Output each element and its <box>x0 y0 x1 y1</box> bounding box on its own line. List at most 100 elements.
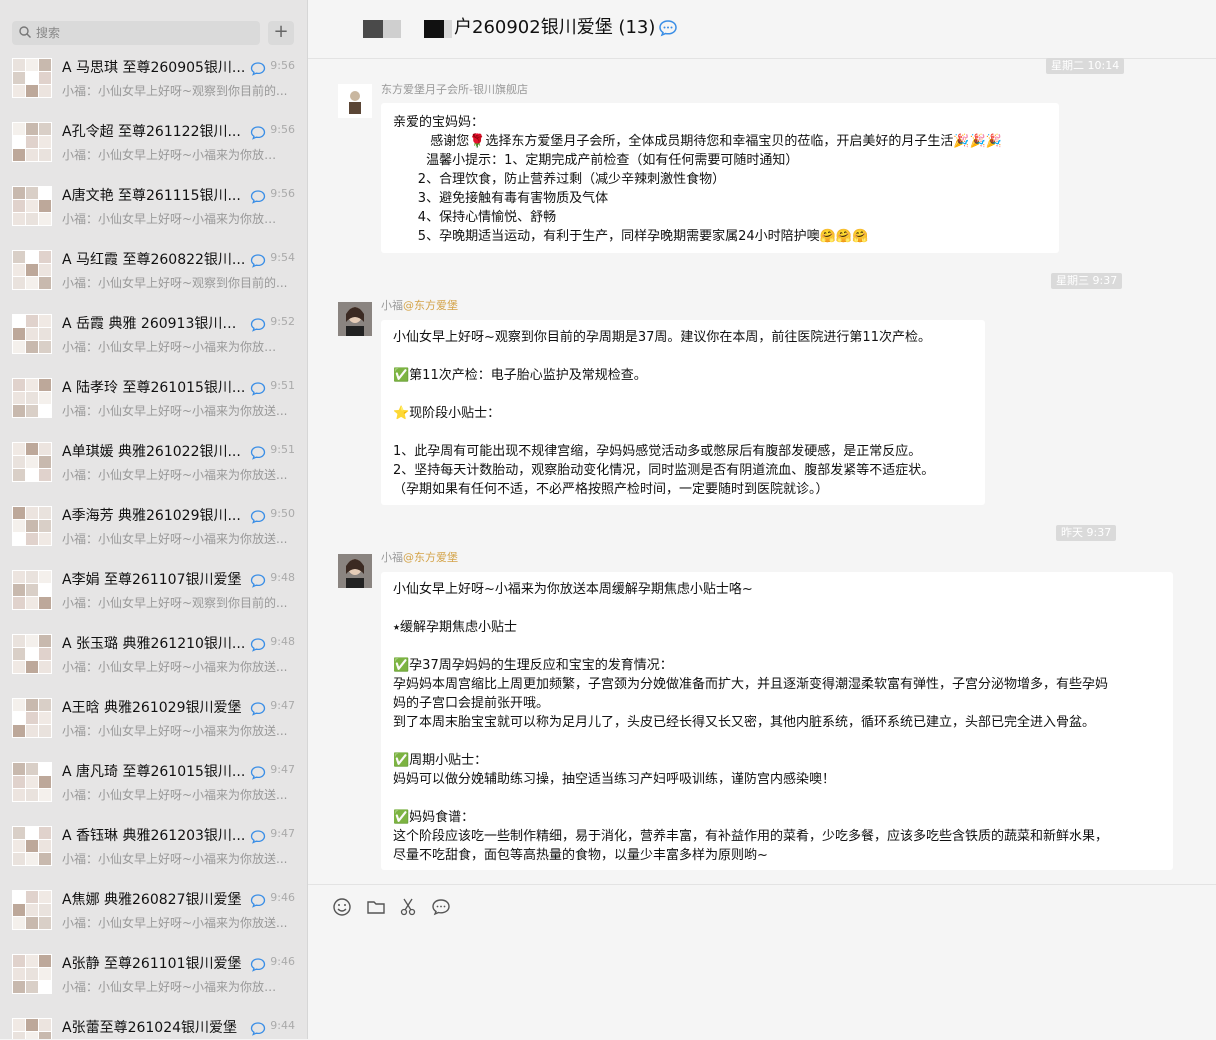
message-bubble[interactable]: 小仙女早上好呀~小福来为你放送本周缓解孕期焦虑小贴士咯~ ⭑缓解孕期焦虑小贴士 ✅孕… <box>381 572 1173 870</box>
chat-time: 9:50 <box>270 507 295 520</box>
chat-name: A 马思琪 至尊260905银川... <box>62 60 246 76</box>
message-line: 2、坚持每天计数胎动，观察胎动变化情况，同时监测是否有阴道流血、腹部发紧等不适症… <box>393 463 935 478</box>
chat-preview: 小福：小仙女早上好呀~观察到你目前的... <box>62 276 288 290</box>
avatar-tile <box>39 725 51 737</box>
chat-list-item[interactable]: A孔令超 至尊261122银川... 9:56 小福：小仙女早上好呀~小福来为你放送… <box>0 116 307 180</box>
avatar-tile <box>13 712 25 724</box>
chat-preview: 小福：小仙女早上好呀~小福来为你放送孕... <box>62 148 288 162</box>
avatar-tile <box>39 72 51 84</box>
avatar-tile <box>26 904 38 916</box>
avatar-tile <box>39 1032 51 1039</box>
sender-name-text: 小福 <box>381 299 403 312</box>
chat-list-item[interactable]: A 岳霞 典雅 260913银川爱堡 9:52 小福：小仙女早上好呀~小福来为你放送… <box>0 308 307 372</box>
chat-name: A 陆孝玲 至尊261015银川... <box>62 380 246 396</box>
avatar[interactable] <box>338 84 372 118</box>
chat-list-item[interactable]: A 马红霞 至尊260822银川... 9:54 小福：小仙女早上好呀~观察到你目前… <box>0 244 307 308</box>
group-avatar <box>12 378 52 418</box>
avatar[interactable] <box>338 554 372 588</box>
avatar-tile <box>39 904 51 916</box>
chat-list-item[interactable]: A 香钰琳 典雅261203银川... 9:47 小福：小仙女早上好呀~小福来为你放… <box>0 820 307 884</box>
search-input[interactable]: 搜索 <box>12 21 260 45</box>
avatar-tile <box>13 648 25 660</box>
mute-icon <box>250 382 266 396</box>
avatar-tile <box>26 187 38 199</box>
mute-icon <box>250 894 266 908</box>
chat-main: 户260902银川爱堡 (13) 星期二 10:14 东方爱堡月子会所-银川旗舰… <box>308 0 1216 1039</box>
chat-list-item[interactable]: A王晗 典雅261029银川爱堡 9:47 小福：小仙女早上好呀~小福来为你放送..… <box>0 692 307 756</box>
avatar-tile <box>26 789 38 801</box>
avatar-tile <box>26 763 38 775</box>
mute-icon <box>250 574 266 588</box>
emoji-icon[interactable] <box>332 897 352 917</box>
chat-preview: 小福：小仙女早上好呀~小福来为你放送... <box>62 788 288 802</box>
group-avatar <box>12 506 52 546</box>
avatar-tile <box>13 123 25 135</box>
group-avatar <box>12 314 52 354</box>
avatar-tile <box>13 443 25 455</box>
mute-icon <box>250 830 266 844</box>
message-line: 尽量不吃甜食，面包等高热量的食物，以量少丰富多样为原则哟~ <box>393 848 768 863</box>
avatar-tile <box>39 763 51 775</box>
message-line <box>393 732 1161 751</box>
chat-list-item[interactable]: A 唐凡琦 至尊261015银川... 9:47 小福：小仙女早上好呀~小福来为你放… <box>0 756 307 820</box>
avatar-tile <box>13 72 25 84</box>
avatar-tile <box>39 571 51 583</box>
chat-list-item[interactable]: A 陆孝玲 至尊261015银川... 9:51 小福：小仙女早上好呀~小福来为你放… <box>0 372 307 436</box>
chat-list-item[interactable]: A张蕾至尊261024银川爱堡 9:44 <box>0 1012 307 1039</box>
avatar[interactable] <box>338 302 372 336</box>
chat-list-item[interactable]: A李娟 至尊261107银川爱堡 9:48 小福：小仙女早上好呀~观察到你目前的..… <box>0 564 307 628</box>
avatar-tile <box>13 584 25 596</box>
chat-icon[interactable] <box>431 897 451 917</box>
avatar-tile <box>26 571 38 583</box>
redacted-block <box>383 20 401 38</box>
chat-list-item[interactable]: A焦娜 典雅260827银川爱堡 9:46 小福：小仙女早上好呀~小福来为你放送..… <box>0 884 307 948</box>
message-line: 妈的子宫口会提前张开哦。 <box>393 696 550 711</box>
avatar-tile <box>26 507 38 519</box>
message-line: ✅周期小贴士： <box>393 753 488 768</box>
group-avatar <box>12 954 52 994</box>
avatar-tile <box>13 200 25 212</box>
chat-list-item[interactable]: A张静 至尊261101银川爱堡 9:46 小福：小仙女早上好呀~小福来为你放送孕.… <box>0 948 307 1012</box>
chat-time: 9:46 <box>270 891 295 904</box>
avatar-tile <box>39 187 51 199</box>
avatar-tile <box>13 827 25 839</box>
avatar-tile <box>13 277 25 289</box>
avatar-tile <box>26 712 38 724</box>
avatar-tile <box>39 200 51 212</box>
message-bubble[interactable]: 亲爱的宝妈妈： 感谢您🌹选择东方爱堡月子会所，全体成员期待您和幸福宝贝的莅临，开… <box>381 103 1059 253</box>
add-button[interactable]: + <box>268 21 294 45</box>
redacted-block <box>363 20 383 38</box>
message-line: ⭐现阶段小贴士： <box>393 406 501 421</box>
chat-time: 9:51 <box>270 379 295 392</box>
avatar-tile <box>39 315 51 327</box>
chat-list-item[interactable]: A 马思琪 至尊260905银川... 9:56 小福：小仙女早上好呀~观察到你目前… <box>0 52 307 116</box>
avatar-tile <box>39 648 51 660</box>
scissors-icon[interactable] <box>398 897 418 917</box>
folder-icon[interactable] <box>366 897 386 917</box>
chat-time: 9:48 <box>270 635 295 648</box>
avatar-tile <box>39 507 51 519</box>
avatar-tile <box>13 597 25 609</box>
avatar-tile <box>39 59 51 71</box>
chat-name: A 张玉璐 典雅261210银川... <box>62 636 246 652</box>
avatar-tile <box>39 661 51 673</box>
mute-icon <box>250 62 266 76</box>
message-bubble[interactable]: 小仙女早上好呀~观察到你目前的孕周期是37周。建议你在本周，前往医院进行第11次… <box>381 320 985 505</box>
avatar-tile <box>39 123 51 135</box>
chat-list-item[interactable]: A季海芳 典雅261029银川... 9:50 小福：小仙女早上好呀~小福来为你放送… <box>0 500 307 564</box>
avatar-tile <box>13 776 25 788</box>
avatar-tile <box>26 891 38 903</box>
mute-icon <box>250 638 266 652</box>
chat-name: A 岳霞 典雅 260913银川爱堡 <box>62 316 246 332</box>
group-avatar <box>12 890 52 930</box>
avatar-tile <box>39 955 51 967</box>
avatar-tile <box>26 443 38 455</box>
avatar-tile <box>39 840 51 852</box>
avatar-tile <box>26 827 38 839</box>
chat-preview: 小福：小仙女早上好呀~小福来为你放送孕... <box>62 212 288 226</box>
chat-time: 9:56 <box>270 187 295 200</box>
chat-list-item[interactable]: A唐文艳 至尊261115银川... 9:56 小福：小仙女早上好呀~小福来为你放送… <box>0 180 307 244</box>
chat-list-item[interactable]: A 张玉璐 典雅261210银川... 9:48 小福：小仙女早上好呀~小福来为你放… <box>0 628 307 692</box>
chat-list-item[interactable]: A单琪媛 典雅261022银川... 9:51 小福：小仙女早上好呀~小福来为你放送… <box>0 436 307 500</box>
avatar-tile <box>26 264 38 276</box>
